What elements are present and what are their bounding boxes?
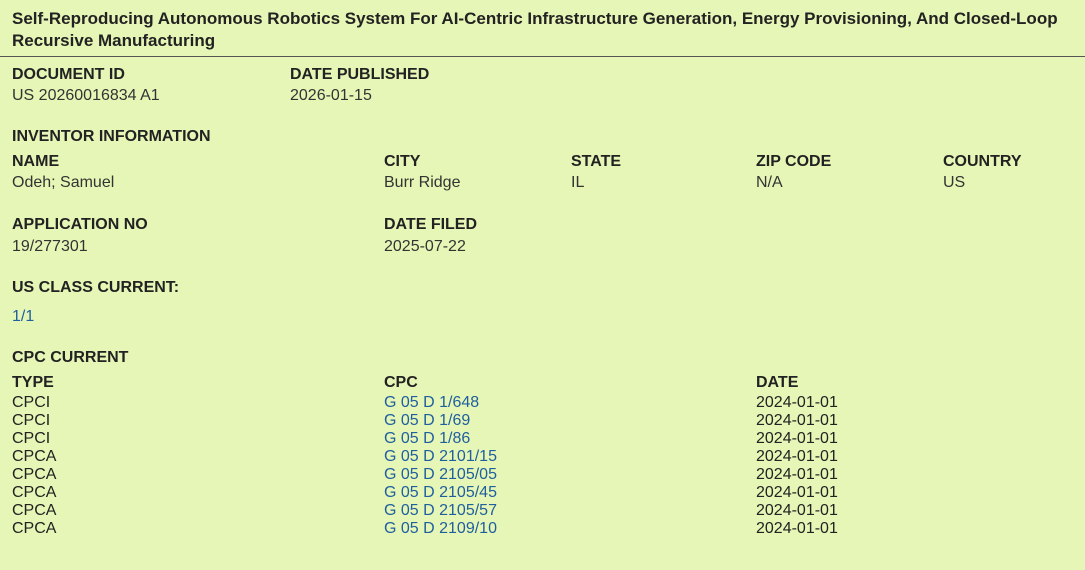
cpc-date-cell: 2024-01-01 bbox=[756, 520, 838, 537]
application-no-value: 19/277301 bbox=[12, 238, 88, 255]
cpc-date-cell: 2024-01-01 bbox=[756, 502, 838, 519]
inventor-state-value: IL bbox=[571, 174, 585, 191]
table-row: CPCI G 05 D 1/648 2024-01-01 bbox=[0, 394, 1085, 412]
table-row: CPCA G 05 D 2101/15 2024-01-01 bbox=[0, 448, 1085, 466]
table-row: CPCI G 05 D 1/86 2024-01-01 bbox=[0, 430, 1085, 448]
cpc-type-cell: CPCA bbox=[12, 484, 57, 501]
patent-record-page: Self-Reproducing Autonomous Robotics Sys… bbox=[0, 0, 1085, 570]
inventor-country-value: US bbox=[943, 174, 966, 191]
inventor-section-label: INVENTOR INFORMATION bbox=[12, 128, 211, 145]
title-divider bbox=[0, 56, 1085, 57]
cpc-code-link[interactable]: G 05 D 2105/45 bbox=[384, 484, 497, 502]
us-class-label: US CLASS CURRENT: bbox=[12, 279, 180, 296]
cpc-date-cell: 2024-01-01 bbox=[756, 412, 838, 429]
inventor-name-value: Odeh; Samuel bbox=[12, 174, 115, 191]
cpc-date-cell: 2024-01-01 bbox=[756, 466, 838, 483]
cpc-code-header: CPC bbox=[384, 374, 418, 391]
cpc-type-cell: CPCI bbox=[12, 412, 51, 429]
cpc-type-cell: CPCA bbox=[12, 448, 57, 465]
cpc-type-cell: CPCA bbox=[12, 466, 57, 483]
inventor-name-header: NAME bbox=[12, 153, 60, 170]
inventor-city-header: CITY bbox=[384, 153, 421, 170]
cpc-date-cell: 2024-01-01 bbox=[756, 430, 838, 447]
cpc-code-link[interactable]: G 05 D 2105/57 bbox=[384, 502, 497, 520]
date-filed-label: DATE FILED bbox=[384, 216, 478, 233]
cpc-type-header: TYPE bbox=[12, 374, 54, 391]
document-title: Self-Reproducing Autonomous Robotics Sys… bbox=[12, 9, 1058, 50]
cpc-code-link[interactable]: G 05 D 1/69 bbox=[384, 412, 470, 430]
cpc-date-header: DATE bbox=[756, 374, 799, 391]
cpc-date-cell: 2024-01-01 bbox=[756, 448, 838, 465]
cpc-type-cell: CPCI bbox=[12, 430, 51, 447]
cpc-type-cell: CPCI bbox=[12, 394, 51, 411]
table-row: CPCA G 05 D 2105/45 2024-01-01 bbox=[0, 484, 1085, 502]
cpc-code-link[interactable]: G 05 D 2101/15 bbox=[384, 448, 497, 466]
inventor-zip-header: ZIP CODE bbox=[756, 153, 832, 170]
date-published-value: 2026-01-15 bbox=[290, 87, 372, 104]
cpc-section-label: CPC CURRENT bbox=[12, 349, 129, 366]
cpc-code-link[interactable]: G 05 D 2109/10 bbox=[384, 520, 497, 538]
cpc-date-cell: 2024-01-01 bbox=[756, 484, 838, 501]
inventor-state-header: STATE bbox=[571, 153, 622, 170]
us-class-link[interactable]: 1/1 bbox=[12, 308, 34, 326]
date-published-label: DATE PUBLISHED bbox=[290, 66, 430, 83]
application-no-label: APPLICATION NO bbox=[12, 216, 148, 233]
table-row: CPCA G 05 D 2105/05 2024-01-01 bbox=[0, 466, 1085, 484]
cpc-date-cell: 2024-01-01 bbox=[756, 394, 838, 411]
table-row: CPCI G 05 D 1/69 2024-01-01 bbox=[0, 412, 1085, 430]
cpc-type-cell: CPCA bbox=[12, 502, 57, 519]
document-id-value: US 20260016834 A1 bbox=[12, 87, 160, 104]
cpc-code-link[interactable]: G 05 D 1/86 bbox=[384, 430, 470, 448]
cpc-table: CPCI G 05 D 1/648 2024-01-01 CPCI G 05 D… bbox=[0, 394, 1085, 538]
cpc-type-cell: CPCA bbox=[12, 520, 57, 537]
table-row: CPCA G 05 D 2109/10 2024-01-01 bbox=[0, 520, 1085, 538]
date-filed-value: 2025-07-22 bbox=[384, 238, 466, 255]
cpc-code-link[interactable]: G 05 D 2105/05 bbox=[384, 466, 497, 484]
document-id-label: DOCUMENT ID bbox=[12, 66, 125, 83]
cpc-code-link[interactable]: G 05 D 1/648 bbox=[384, 394, 479, 412]
inventor-zip-value: N/A bbox=[756, 174, 783, 191]
inventor-city-value: Burr Ridge bbox=[384, 174, 461, 191]
inventor-country-header: COUNTRY bbox=[943, 153, 1022, 170]
table-row: CPCA G 05 D 2105/57 2024-01-01 bbox=[0, 502, 1085, 520]
